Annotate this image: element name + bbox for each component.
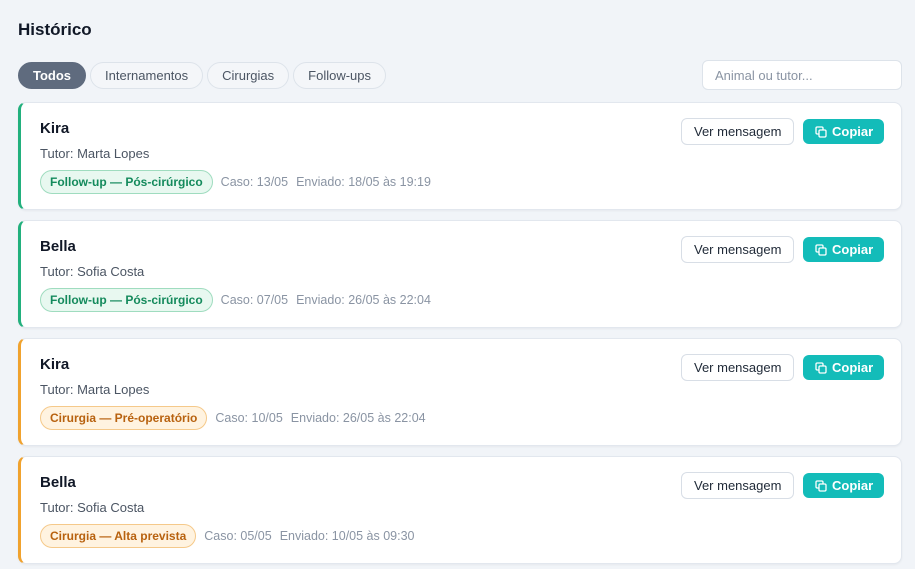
type-badge: Cirurgia — Alta prevista [40, 524, 197, 548]
copy-button-label: Copiar [832, 242, 874, 257]
tutor-name: Tutor: Sofia Costa [40, 500, 145, 515]
tab-internamentos[interactable]: Internamentos [90, 62, 204, 89]
copy-button-label: Copiar [832, 478, 874, 493]
card-meta: Cirurgia — Alta prevista Caso: 05/05 Env… [40, 524, 415, 548]
copy-button[interactable]: Copiar [803, 237, 885, 262]
copy-icon [815, 243, 827, 256]
type-badge: Follow-up — Pós-cirúrgico [40, 288, 213, 312]
view-message-button[interactable]: Ver mensagem [681, 472, 795, 499]
view-message-button[interactable]: Ver mensagem [681, 354, 795, 381]
case-date: Caso: 13/05 [220, 175, 289, 189]
copy-button[interactable]: Copiar [803, 119, 885, 144]
tutor-name: Tutor: Marta Lopes [40, 382, 150, 397]
page-title: Histórico [18, 20, 92, 39]
copy-button-label: Copiar [832, 124, 874, 139]
copy-button[interactable]: Copiar [803, 473, 885, 498]
sent-date: Enviado: 18/05 às 19:19 [296, 175, 431, 189]
card-meta: Follow-up — Pós-cirúrgico Caso: 07/05 En… [40, 288, 431, 312]
sent-date: Enviado: 26/05 às 22:04 [290, 411, 426, 425]
tab-follow-ups[interactable]: Follow-ups [293, 62, 387, 89]
case-date: Caso: 05/05 [204, 529, 272, 543]
view-message-button[interactable]: Ver mensagem [681, 118, 795, 145]
animal-name: Kira [40, 356, 70, 373]
tutor-name: Tutor: Marta Lopes [40, 146, 150, 161]
case-date: Caso: 10/05 [215, 411, 283, 425]
history-card: Kira Tutor: Marta Lopes Follow-up — Pós-… [18, 102, 902, 210]
copy-button[interactable]: Copiar [803, 355, 885, 380]
history-card: Kira Tutor: Marta Lopes Cirurgia — Pré-o… [18, 338, 902, 446]
animal-name: Kira [40, 120, 70, 137]
type-badge: Cirurgia — Pré-operatório [40, 406, 208, 430]
history-card: Bella Tutor: Sofia Costa Follow-up — Pós… [18, 220, 902, 328]
history-card: Bella Tutor: Sofia Costa Cirurgia — Alta… [18, 456, 902, 564]
copy-icon [815, 479, 827, 492]
tab-cirurgias[interactable]: Cirurgias [207, 62, 290, 89]
history-list: Kira Tutor: Marta Lopes Follow-up — Pós-… [18, 102, 902, 569]
view-message-button[interactable]: Ver mensagem [681, 236, 795, 263]
case-date: Caso: 07/05 [220, 293, 289, 307]
copy-button-label: Copiar [832, 360, 874, 375]
copy-icon [815, 361, 827, 374]
copy-icon [815, 125, 827, 138]
tab-todos[interactable]: Todos [18, 62, 87, 89]
search-input[interactable] [702, 60, 902, 90]
type-badge: Follow-up — Pós-cirúrgico [40, 170, 213, 194]
sent-date: Enviado: 26/05 às 22:04 [296, 293, 431, 307]
animal-name: Bella [40, 474, 76, 491]
filter-tabs: Todos Internamentos Cirurgias Follow-ups [18, 62, 387, 89]
animal-name: Bella [40, 238, 76, 255]
sent-date: Enviado: 10/05 às 09:30 [279, 529, 415, 543]
card-meta: Cirurgia — Pré-operatório Caso: 10/05 En… [40, 406, 426, 430]
tutor-name: Tutor: Sofia Costa [40, 264, 145, 279]
card-meta: Follow-up — Pós-cirúrgico Caso: 13/05 En… [40, 170, 431, 194]
